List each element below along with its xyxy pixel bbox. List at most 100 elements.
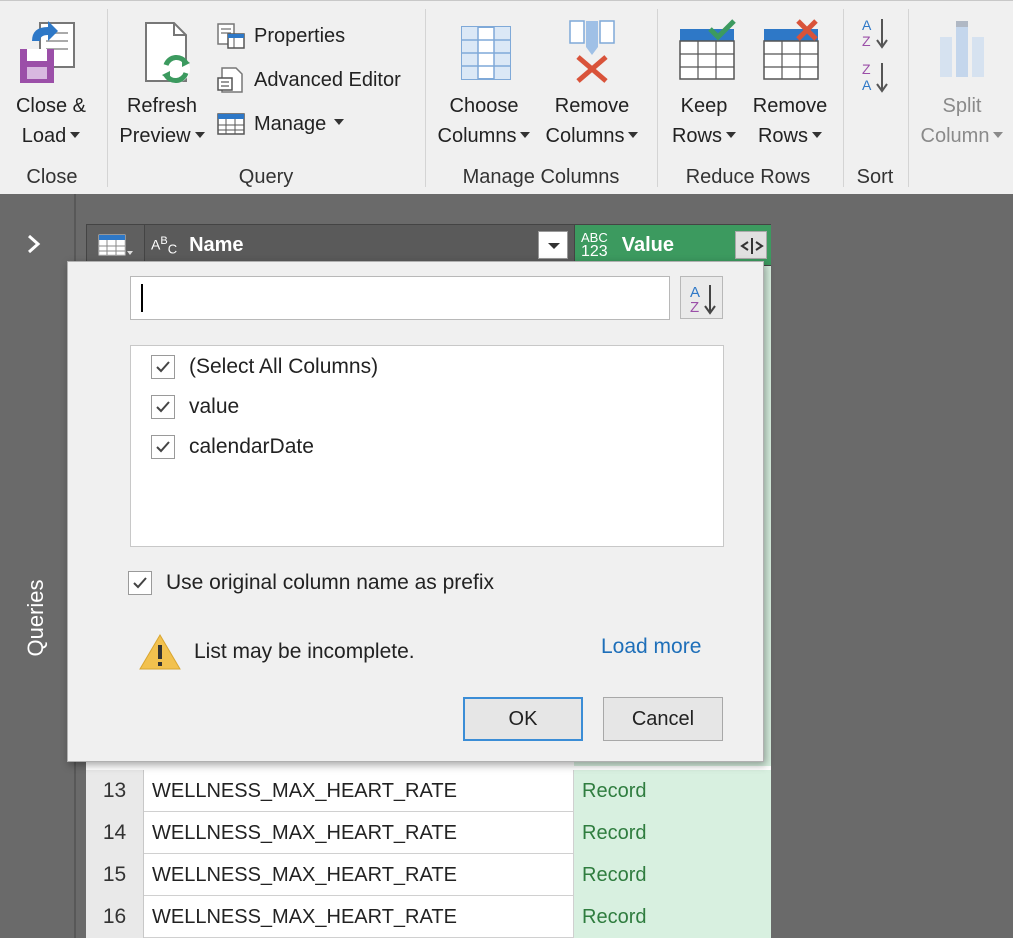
value-checkbox[interactable] (151, 395, 175, 419)
chevron-down-icon (812, 131, 822, 138)
reduce-rows-group: Keep Rows Remove Rows Reduce Rows (658, 1, 838, 195)
row-number: 15 (86, 854, 144, 896)
name-filter-button[interactable] (538, 231, 568, 259)
sort-ascending-button[interactable]: A Z (858, 15, 892, 51)
chevron-down-icon (726, 131, 736, 138)
chevron-down-icon (194, 131, 205, 138)
name-column-header[interactable]: ABC Name (145, 225, 575, 265)
column-search-input[interactable] (130, 276, 670, 320)
load-more-link[interactable]: Load more (601, 635, 701, 659)
use-prefix-checkbox[interactable] (128, 571, 152, 595)
manage-button[interactable]: Manage (216, 109, 345, 139)
query-group: Refresh Preview Properties Advanced Edit… (108, 1, 424, 195)
close-load-button[interactable]: Close & Load (6, 17, 96, 151)
select-all-checkbox[interactable] (151, 355, 175, 379)
name-cell[interactable]: WELLNESS_MAX_HEART_RATE (144, 812, 574, 854)
expand-column-button[interactable] (735, 231, 767, 259)
remove-rows-button[interactable]: Remove Rows (750, 17, 830, 151)
remove-rows-label-1: Remove (752, 95, 828, 117)
row-number: 13 (86, 770, 144, 812)
sort-columns-button[interactable]: A Z (680, 276, 723, 319)
svg-text:Z: Z (690, 299, 699, 316)
manage-columns-group-label: Manage Columns (462, 166, 620, 188)
ok-button[interactable]: OK (463, 697, 583, 741)
split-column-label-2: Column (920, 125, 990, 147)
chevron-down-icon (628, 131, 639, 138)
choose-columns-label-2: Columns (437, 125, 517, 147)
advanced-editor-button[interactable]: Advanced Editor (216, 65, 401, 95)
keep-rows-button[interactable]: Keep Rows (664, 17, 744, 151)
name-cell[interactable]: WELLNESS_MAX_HEART_RATE (144, 854, 574, 896)
chevron-down-icon (548, 243, 560, 249)
refresh-preview-button[interactable]: Refresh Preview (114, 17, 210, 151)
table-menu-button[interactable] (87, 225, 145, 265)
value-cell[interactable]: Record (574, 896, 771, 938)
warning-message: List may be incomplete. (138, 632, 415, 672)
calendardate-checkbox[interactable] (151, 435, 175, 459)
checkmark-icon (156, 401, 170, 413)
svg-text:Z: Z (862, 33, 871, 49)
value-cell[interactable]: Record (574, 770, 771, 812)
name-cell[interactable]: WELLNESS_MAX_HEART_RATE (144, 770, 574, 812)
query-group-label: Query (238, 166, 294, 188)
expand-column-popup: A Z (Select All Columns) value calendarD… (67, 261, 764, 762)
sort-descending-button[interactable]: Z A (858, 59, 892, 95)
checkmark-icon (156, 361, 170, 373)
choose-columns-icon (432, 17, 536, 91)
value-column-label: Value (621, 233, 674, 256)
refresh-preview-label-2: Preview (119, 125, 191, 147)
expand-queries-button[interactable] (24, 232, 54, 262)
choose-columns-button[interactable]: Choose Columns (432, 17, 536, 151)
queries-label: Queries (23, 579, 48, 657)
chevron-down-icon (334, 119, 345, 125)
sort-group-label: Sort (856, 166, 894, 188)
manage-columns-group: Choose Columns Remove Columns Manage Col… (426, 1, 656, 195)
expand-arrows-icon (740, 238, 764, 254)
warning-text: List may be incomplete. (194, 640, 415, 663)
table-row[interactable]: 15 WELLNESS_MAX_HEART_RATE Record (86, 854, 771, 896)
column-item-value[interactable]: value (151, 392, 239, 422)
column-item-calendardate[interactable]: calendarDate (151, 432, 314, 462)
remove-columns-label-1: Remove (554, 95, 630, 117)
remove-rows-icon (750, 17, 830, 91)
checkmark-icon (156, 441, 170, 453)
advanced-editor-label: Advanced Editor (254, 68, 401, 91)
chevron-down-icon (70, 131, 81, 138)
split-column-button[interactable]: Split Column (914, 17, 1010, 151)
select-all-columns-item[interactable]: (Select All Columns) (151, 352, 378, 382)
split-column-label-1: Split (942, 95, 982, 117)
name-column-label: Name (189, 233, 244, 256)
column-list: (Select All Columns) value calendarDate (130, 345, 724, 547)
close-load-label-2: Load (21, 125, 67, 147)
refresh-icon (114, 17, 210, 91)
manage-table-icon (217, 113, 245, 135)
table-row[interactable]: 16 WELLNESS_MAX_HEART_RATE Record (86, 896, 771, 938)
value-cell[interactable]: Record (574, 812, 771, 854)
column-item-label: calendarDate (189, 435, 314, 458)
chevron-down-icon (520, 131, 531, 138)
row-number: 14 (86, 812, 144, 854)
table-row[interactable]: 14 WELLNESS_MAX_HEART_RATE Record (86, 812, 771, 854)
warning-icon (139, 634, 181, 670)
properties-label: Properties (254, 24, 346, 47)
choose-columns-label-1: Choose (449, 95, 519, 117)
properties-icon (217, 23, 245, 49)
svg-text:A: A (862, 77, 872, 93)
keep-rows-label-1: Keep (680, 95, 728, 117)
transform-group: Split Column (910, 1, 1013, 195)
chevron-down-icon (993, 131, 1004, 138)
table-row[interactable]: 13 WELLNESS_MAX_HEART_RATE Record (86, 770, 771, 812)
remove-columns-icon (540, 17, 644, 91)
properties-button[interactable]: Properties (216, 21, 345, 51)
cancel-button[interactable]: Cancel (603, 697, 723, 741)
name-cell[interactable]: WELLNESS_MAX_HEART_RATE (144, 896, 574, 938)
keep-rows-icon (664, 17, 744, 91)
value-cell[interactable]: Record (574, 854, 771, 896)
remove-columns-button[interactable]: Remove Columns (540, 17, 644, 151)
use-prefix-option[interactable]: Use original column name as prefix (128, 568, 494, 598)
select-all-label: (Select All Columns) (189, 355, 379, 378)
ribbon-divider (908, 9, 909, 187)
manage-label: Manage (254, 112, 327, 135)
reduce-rows-group-label: Reduce Rows (685, 166, 811, 188)
value-column-header[interactable]: ABC 123 Value (575, 225, 771, 265)
